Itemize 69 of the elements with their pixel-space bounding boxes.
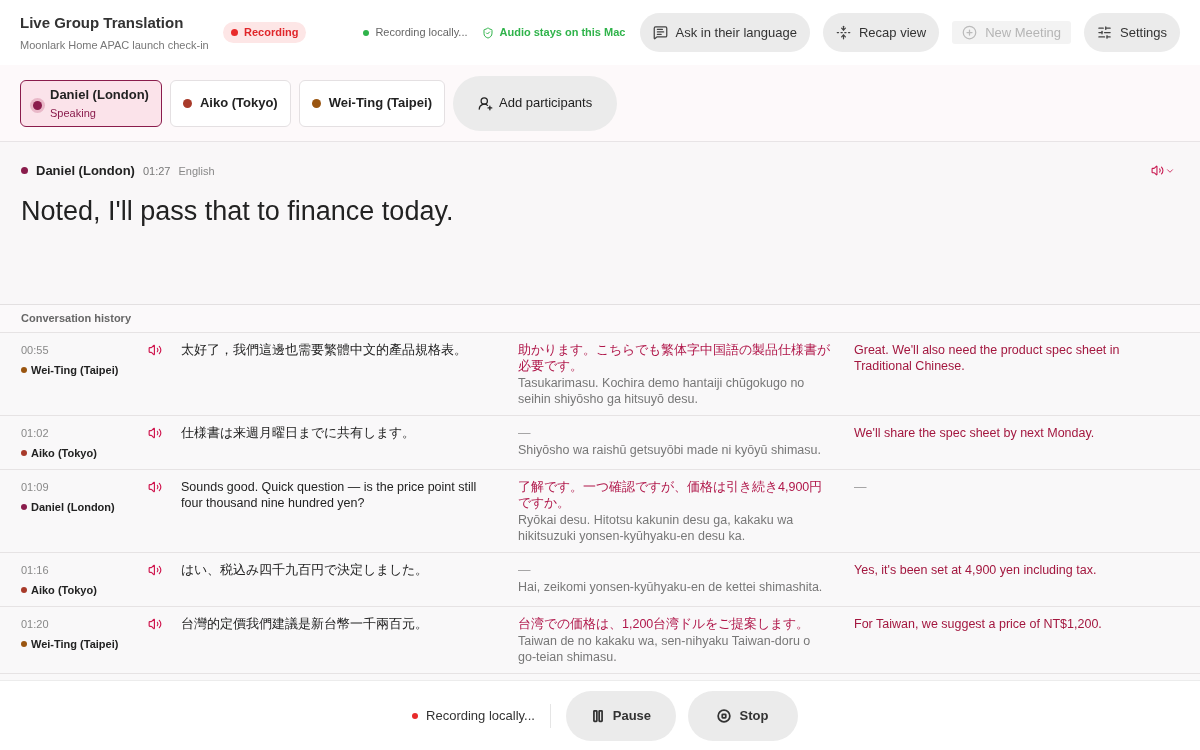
original-text: Sounds good. Quick question — is the price point still four thousand nine hundred yen? [181, 479, 478, 511]
live-utterance-text: Noted, I'll pass that to finance today. [21, 194, 455, 228]
participant-status: Speaking [50, 105, 96, 121]
play-audio-icon[interactable] [148, 617, 162, 631]
original-text: 仕様書は来週月曜日までに共有します。 [181, 425, 416, 441]
romanization-text: Tasukarimasu. Kochira demo hantaiji chūgokugo no seihin shiyōsho ga hitsuyō desu. [518, 375, 806, 407]
toolbar-button[interactable]: Ask in their language [639, 13, 810, 52]
participant-chip[interactable]: Daniel (London) Speaking [20, 79, 162, 127]
footer-status: Recording locally... [426, 706, 535, 725]
romanization-text: Hai, zeikomi yonsen-kyūhyaku-en de kettei shimashita. [518, 579, 824, 595]
play-audio-icon[interactable] [148, 343, 162, 357]
romanization-text: Taiwan de no kakaku wa, sen-nihyaku Taiwan-doru o go-teian shimasu. [518, 633, 812, 665]
row-time: 00:55 [21, 343, 50, 358]
participant-name: Aiko (Tokyo) [199, 93, 278, 112]
shield-icon [481, 26, 494, 39]
participant-chip[interactable]: Aiko (Tokyo) [169, 79, 291, 127]
history-heading: Conversation history [21, 311, 132, 327]
toolbar-button[interactable]: Recap view [822, 13, 940, 52]
language-label: English [178, 163, 215, 179]
settings-icon [1097, 25, 1112, 40]
audio-output-button[interactable] [1151, 164, 1175, 178]
control-button[interactable]: Pause [565, 690, 676, 741]
play-audio-icon[interactable] [148, 426, 162, 440]
recording-badge: Recording [223, 22, 307, 43]
row-speaker: Aiko (Tokyo) [31, 582, 97, 598]
add-person-icon [478, 95, 493, 111]
speaker-name: Daniel (London) [36, 162, 135, 180]
original-text: 太好了，我們這邊也需要繁體中文的產品規格表。 [181, 342, 468, 358]
english-translation: We'll share the spec sheet by next Monday. [854, 425, 1096, 441]
row-speaker: Aiko (Tokyo) [31, 445, 97, 461]
meeting-subtitle: Moonlark Home APAC launch check-in [20, 37, 210, 53]
toolbar-button[interactable]: Settings [1084, 13, 1180, 52]
english-translation: For Taiwan, we suggest a price of NT$1,200. [854, 616, 1103, 632]
stop-icon [717, 708, 732, 723]
japanese-translation: 了解です。一つ確認ですが、価格は引き続き4,900円ですか。 [518, 479, 824, 511]
utterance-time: 01:27 [142, 163, 171, 179]
pause-icon [590, 708, 605, 723]
japanese-translation: 助かります。こちらでも繁体字中国語の製品仕様書が必要です。 [518, 342, 830, 374]
control-button[interactable]: Stop [687, 690, 798, 741]
row-time: 01:16 [21, 563, 50, 578]
fold-icon [835, 25, 851, 40]
participant-chip[interactable]: Wei-Ting (Taipei) [298, 79, 445, 127]
participant-name: Daniel (London) [50, 86, 149, 104]
empty-dash: — [518, 562, 532, 578]
english-translation: Yes, it's been set at 4,900 yen including tax. [854, 562, 1098, 578]
add-participants-button[interactable]: Add participants [453, 75, 618, 131]
english-translation: Great. We'll also need the product spec sheet in Traditional Chinese. [854, 342, 1121, 374]
privacy-text: Audio stays on this Mac [499, 25, 626, 41]
original-text: はい、税込み四千九百円で決定しました。 [181, 562, 429, 578]
empty-dash: — [518, 425, 532, 441]
status-text: Recording locally... [375, 25, 468, 41]
empty-dash: — [854, 479, 868, 495]
play-audio-icon[interactable] [148, 563, 162, 577]
speaker-icon [1151, 164, 1164, 178]
romanization-text: Ryōkai desu. Hitotsu kakunin desu ga, kakaku wa hikitsuzuki yonsen-kyūhyaku-en desu ka. [518, 512, 795, 544]
row-time: 01:02 [21, 426, 50, 441]
romanization-text: Shiyōsho wa raishū getsuyōbi made ni kyōyū shimasu. [518, 442, 822, 458]
japanese-translation: 台湾での価格は、1,200台湾ドルをご提案します。 [518, 616, 811, 632]
row-time: 01:09 [21, 480, 50, 495]
row-speaker: Daniel (London) [31, 499, 115, 515]
row-time: 01:20 [21, 617, 50, 632]
row-speaker: Wei-Ting (Taipei) [31, 636, 119, 652]
original-text: 台灣的定價我們建議是新台幣一千兩百元。 [181, 616, 429, 632]
chat-icon [652, 25, 668, 40]
plus-icon [962, 25, 978, 40]
app-title: Live Group Translation [20, 13, 185, 33]
participant-name: Wei-Ting (Taipei) [328, 93, 432, 112]
row-speaker: Wei-Ting (Taipei) [31, 362, 119, 378]
play-audio-icon[interactable] [148, 480, 162, 494]
